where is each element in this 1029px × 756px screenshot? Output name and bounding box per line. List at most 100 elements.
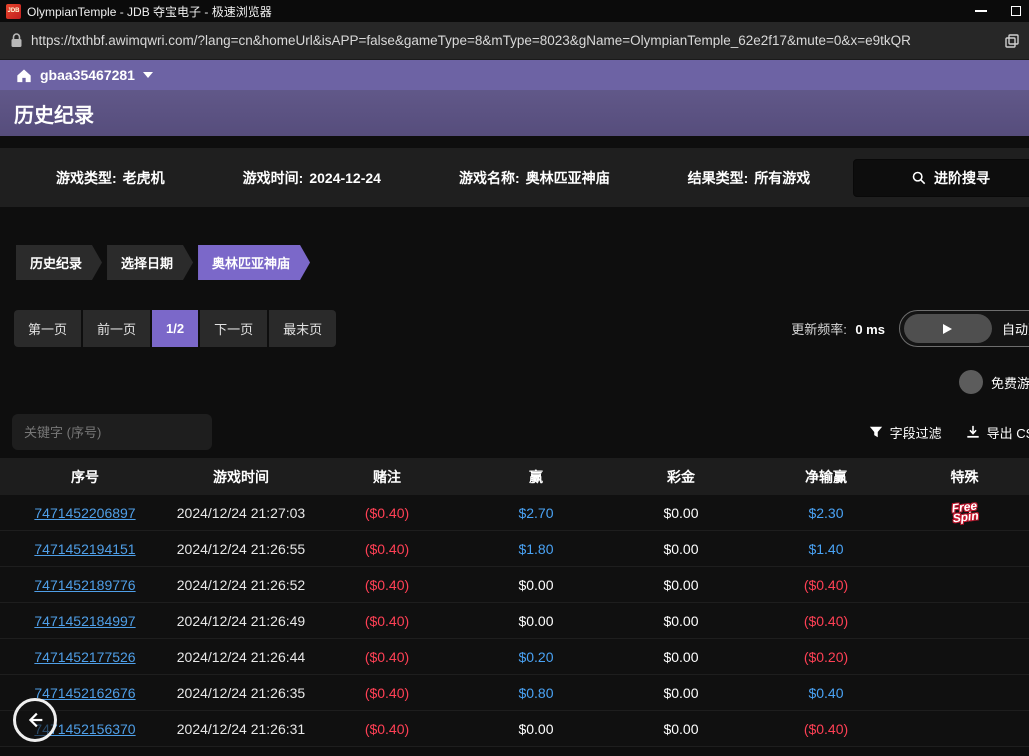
window-titlebar: JDB OlympianTemple - JDB 夺宝电子 - 极速浏览器	[0, 0, 1029, 22]
bet-cell: ($0.40)	[312, 505, 462, 521]
net-cell: ($0.20)	[752, 649, 900, 665]
minimize-button[interactable]	[975, 10, 987, 12]
win-cell: $2.70	[462, 505, 610, 521]
breadcrumb-item-history[interactable]: 历史纪录	[16, 245, 102, 280]
round-id-link[interactable]: 7471452177526	[0, 649, 170, 665]
round-id-link[interactable]: 7471452162676	[0, 685, 170, 701]
search-icon	[912, 171, 926, 185]
history-table: 序号 游戏时间 赌注 赢 彩金 净输赢 特殊 74714522068972024…	[0, 458, 1029, 747]
pagination-next-button[interactable]: 下一页	[200, 310, 267, 347]
header-round-id: 序号	[0, 467, 170, 487]
jackpot-cell: $0.00	[610, 541, 752, 557]
table-row: 74714522068972024/12/24 21:27:03($0.40)$…	[0, 495, 1029, 531]
net-cell: $2.30	[752, 505, 900, 521]
net-cell: ($0.40)	[752, 721, 900, 737]
round-id-link[interactable]: 7471452189776	[0, 577, 170, 593]
free-game-radio[interactable]	[959, 370, 983, 394]
free-game-filter: 免费游戏	[0, 369, 1029, 395]
jackpot-cell: $0.00	[610, 577, 752, 593]
jackpot-cell: $0.00	[610, 685, 752, 701]
game-time-cell: 2024/12/24 21:26:35	[170, 685, 312, 701]
table-body: 74714522068972024/12/24 21:27:03($0.40)$…	[0, 495, 1029, 747]
win-cell: $0.00	[462, 721, 610, 737]
header-net: 净输赢	[752, 467, 900, 487]
table-row: 74714521626762024/12/24 21:26:35($0.40)$…	[0, 675, 1029, 711]
jackpot-cell: $0.00	[610, 721, 752, 737]
pagination-prev-button[interactable]: 前一页	[83, 310, 150, 347]
filter-label: 游戏时间:	[243, 168, 304, 188]
game-time-cell: 2024/12/24 21:26:49	[170, 613, 312, 629]
main-content: 历史纪录 选择日期 奥林匹亚神庙 第一页 前一页 1/2 下一页 最末页 更新频…	[0, 245, 1029, 747]
bet-cell: ($0.40)	[312, 577, 462, 593]
auto-refresh-toggle[interactable]: 自动更新	[899, 310, 1029, 347]
pagination: 第一页 前一页 1/2 下一页 最末页	[14, 310, 336, 347]
bet-cell: ($0.40)	[312, 649, 462, 665]
browser-window: JDB OlympianTemple - JDB 夺宝电子 - 极速浏览器 ht…	[0, 0, 1029, 756]
filter-label: 结果类型:	[688, 168, 749, 188]
export-csv-button[interactable]: 导出 CSV	[966, 423, 1029, 442]
pagination-last-button[interactable]: 最末页	[269, 310, 336, 347]
bet-cell: ($0.40)	[312, 613, 462, 629]
game-time-cell: 2024/12/24 21:27:03	[170, 505, 312, 521]
table-row: 74714521897762024/12/24 21:26:52($0.40)$…	[0, 567, 1029, 603]
header-win: 赢	[462, 467, 610, 487]
round-id-link[interactable]: 7471452206897	[0, 505, 170, 521]
filter-value: 所有游戏	[754, 168, 810, 188]
play-icon	[943, 324, 952, 334]
round-id-link[interactable]: 7471452194151	[0, 541, 170, 557]
filter-value: 奥林匹亚神庙	[526, 168, 610, 188]
jackpot-cell: $0.00	[610, 613, 752, 629]
table-row: 74714521563702024/12/24 21:26:31($0.40)$…	[0, 711, 1029, 747]
maximize-button[interactable]	[1011, 6, 1021, 16]
copy-icon[interactable]	[1005, 34, 1019, 48]
breadcrumb-item-game[interactable]: 奥林匹亚神庙	[198, 245, 310, 280]
round-id-link[interactable]: 7471452184997	[0, 613, 170, 629]
win-cell: $0.00	[462, 613, 610, 629]
filter-bar: 游戏类型: 老虎机 游戏时间: 2024-12-24 游戏名称: 奥林匹亚神庙 …	[0, 148, 1029, 207]
breadcrumb-item-date[interactable]: 选择日期	[107, 245, 193, 280]
account-bar: gbaa35467281	[0, 60, 1029, 90]
net-cell: $1.40	[752, 541, 900, 557]
account-menu[interactable]: gbaa35467281	[16, 67, 153, 83]
refresh-rate-label: 更新频率:	[791, 322, 847, 337]
header-bet: 赌注	[312, 467, 462, 487]
filter-game-type[interactable]: 游戏类型: 老虎机	[56, 168, 165, 188]
pagination-first-button[interactable]: 第一页	[14, 310, 81, 347]
field-filter-button[interactable]: 字段过滤	[869, 423, 942, 442]
jackpot-cell: $0.00	[610, 649, 752, 665]
table-toolbar: 字段过滤 导出 CSV	[0, 414, 1029, 450]
window-title: OlympianTemple - JDB 夺宝电子 - 极速浏览器	[27, 3, 272, 20]
bet-cell: ($0.40)	[312, 721, 462, 737]
advanced-search-button[interactable]: 进阶搜寻	[853, 159, 1029, 197]
filter-value: 老虎机	[123, 168, 165, 188]
search-input[interactable]	[12, 414, 212, 450]
filter-game-date[interactable]: 游戏时间: 2024-12-24	[243, 168, 381, 188]
free-spin-badge: Free Spin	[950, 500, 978, 523]
url-field[interactable]: https://txthbf.awimqwri.com/?lang=cn&hom…	[31, 33, 997, 48]
header-game-time: 游戏时间	[170, 467, 312, 487]
maximize-icon	[1011, 6, 1021, 16]
filter-game-name[interactable]: 游戏名称: 奥林匹亚神庙	[459, 168, 610, 188]
filter-value: 2024-12-24	[309, 170, 381, 186]
jackpot-cell: $0.00	[610, 505, 752, 521]
page-header: 历史纪录	[0, 90, 1029, 136]
breadcrumb: 历史纪录 选择日期 奥林匹亚神庙	[16, 245, 1029, 280]
filter-label: 游戏类型:	[56, 168, 117, 188]
game-time-cell: 2024/12/24 21:26:52	[170, 577, 312, 593]
pagination-current-page[interactable]: 1/2	[152, 310, 198, 347]
header-special: 特殊	[900, 467, 1029, 487]
minimize-icon	[975, 10, 987, 12]
table-row: 74714521849972024/12/24 21:26:49($0.40)$…	[0, 603, 1029, 639]
back-arrow-icon	[24, 709, 46, 731]
game-time-cell: 2024/12/24 21:26:55	[170, 541, 312, 557]
chevron-down-icon	[143, 72, 153, 78]
funnel-icon	[869, 425, 883, 439]
filter-result-type[interactable]: 结果类型: 所有游戏	[688, 168, 811, 188]
bet-cell: ($0.40)	[312, 541, 462, 557]
refresh-rate-value: 0 ms	[855, 322, 885, 337]
win-cell: $0.80	[462, 685, 610, 701]
bet-cell: ($0.40)	[312, 685, 462, 701]
header-jackpot: 彩金	[610, 467, 752, 487]
win-cell: $0.00	[462, 577, 610, 593]
back-button[interactable]	[13, 698, 57, 742]
